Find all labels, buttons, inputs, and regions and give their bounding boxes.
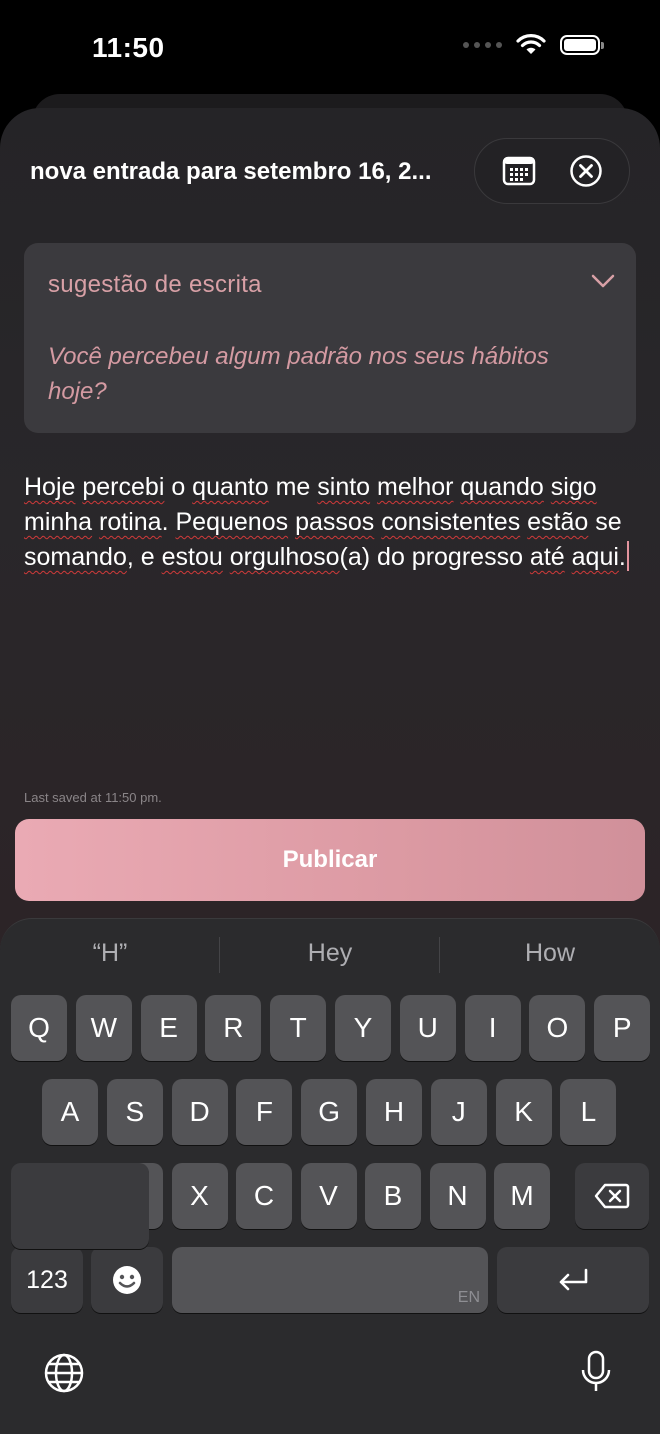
suggestion-divider [219,937,220,973]
header-actions [474,138,630,204]
emoji-icon [113,1266,141,1294]
battery-icon [560,35,604,55]
status-time: 11:50 [92,32,165,63]
globe-icon [44,1353,84,1393]
key-k[interactable]: K [495,1079,552,1145]
delete-key[interactable] [575,1163,649,1229]
calendar-icon [502,156,535,186]
entry-text-segment [223,543,230,571]
key-l[interactable]: L [560,1079,617,1145]
key-i[interactable]: I [464,995,521,1061]
misspelled-word: estou [161,543,223,571]
key-j[interactable]: J [430,1079,487,1145]
entry-text-segment [92,508,99,536]
entry-text-segment: , e [126,543,162,571]
key-a[interactable]: A [42,1079,98,1145]
key-q[interactable]: Q [11,995,67,1061]
return-icon [559,1268,588,1291]
entry-text-segment: . [618,543,626,571]
entry-text-segment: se [588,508,622,536]
misspelled-word: estão [527,508,589,536]
key-v[interactable]: V [300,1163,357,1229]
entry-text-segment: . [161,508,176,536]
suggestion-divider [439,937,440,973]
key-r[interactable]: R [205,995,262,1061]
entry-text-segment: (a) do progresso [339,543,530,571]
page-title: nova entrada para setembro 16, 2... [30,158,432,185]
key-e[interactable]: E [140,995,197,1061]
misspelled-word: consistentes [381,508,521,536]
key-s[interactable]: S [106,1079,163,1145]
publish-button[interactable]: Publicar [15,819,645,901]
emoji-key[interactable] [91,1247,163,1313]
misspelled-word: orgulhoso [229,543,340,571]
entry-text-segment: me [268,473,318,501]
key-t[interactable]: T [270,995,327,1061]
key-b[interactable]: B [365,1163,421,1229]
misspelled-word: quanto [192,473,269,501]
shift-key[interactable] [11,1163,149,1249]
prompt-label: sugestão de escrita [48,271,262,298]
status-bar: 11:50 [0,0,660,96]
misspelled-word: sinto [317,473,371,501]
key-h[interactable]: H [366,1079,422,1145]
misspelled-word: rotina [99,508,162,536]
space-key[interactable]: EN [172,1247,488,1313]
key-f[interactable]: F [236,1079,293,1145]
calendar-button[interactable] [497,149,541,193]
wifi-icon [516,34,546,54]
key-y[interactable]: Y [335,995,391,1061]
delete-icon [594,1183,630,1209]
key-d[interactable]: D [171,1079,228,1145]
microphone-icon [581,1350,611,1391]
key-p[interactable]: P [594,995,651,1061]
keyboard-suggestions: “H” Hey How [0,919,660,991]
suggestion-item[interactable]: How [450,939,650,968]
misspelled-word: sigo [550,473,597,501]
status-icons [463,34,604,56]
dictation-button[interactable] [578,1349,614,1400]
writing-prompt-card[interactable]: sugestão de escrita Você percebeu algum … [24,243,636,433]
misspelled-word: quando [460,473,544,501]
key-n[interactable]: N [429,1163,486,1229]
misspelled-word: passos [295,508,375,536]
misspelled-word: somando [24,543,127,571]
close-button[interactable] [564,149,608,193]
misspelled-word: Pequenos [175,508,289,536]
entry-text-segment [370,473,377,501]
misspelled-word: melhor [377,473,454,501]
last-saved-text: Last saved at 11:50 pm. [24,790,162,805]
key-m[interactable]: M [494,1163,550,1229]
entry-text-area[interactable]: Hoje percebi o quanto me sinto melhor qu… [24,470,644,575]
entry-text-segment: o [164,473,193,501]
key-c[interactable]: C [236,1163,292,1229]
key-x[interactable]: X [171,1163,228,1229]
misspelled-word: até [529,543,565,571]
text-cursor [626,541,629,571]
misspelled-word: Hoje [24,473,76,501]
numbers-key[interactable]: 123 [11,1247,83,1313]
close-circle-icon [569,155,602,187]
misspelled-word: aqui [571,543,619,571]
entry-text-segment [544,473,551,501]
chevron-down-icon[interactable] [590,273,616,289]
suggestion-item[interactable]: “H” [10,939,210,968]
keyboard: “H” Hey How QWERTYUIOPASDFGHJKLZXCVBNM12… [0,918,660,1434]
suggestion-item[interactable]: Hey [230,939,430,968]
key-u[interactable]: U [399,995,456,1061]
return-key[interactable] [497,1247,649,1313]
key-w[interactable]: W [75,995,132,1061]
language-hint: EN [457,1289,480,1306]
misspelled-word: minha [24,508,93,536]
entry-text-segment [565,543,572,571]
prompt-text: Você percebeu algum padrão nos seus hábi… [48,343,549,405]
key-g[interactable]: G [301,1079,358,1145]
misspelled-word: percebi [82,473,165,501]
key-o[interactable]: O [529,995,586,1061]
signal-icon [463,42,502,48]
globe-button[interactable] [42,1351,86,1400]
